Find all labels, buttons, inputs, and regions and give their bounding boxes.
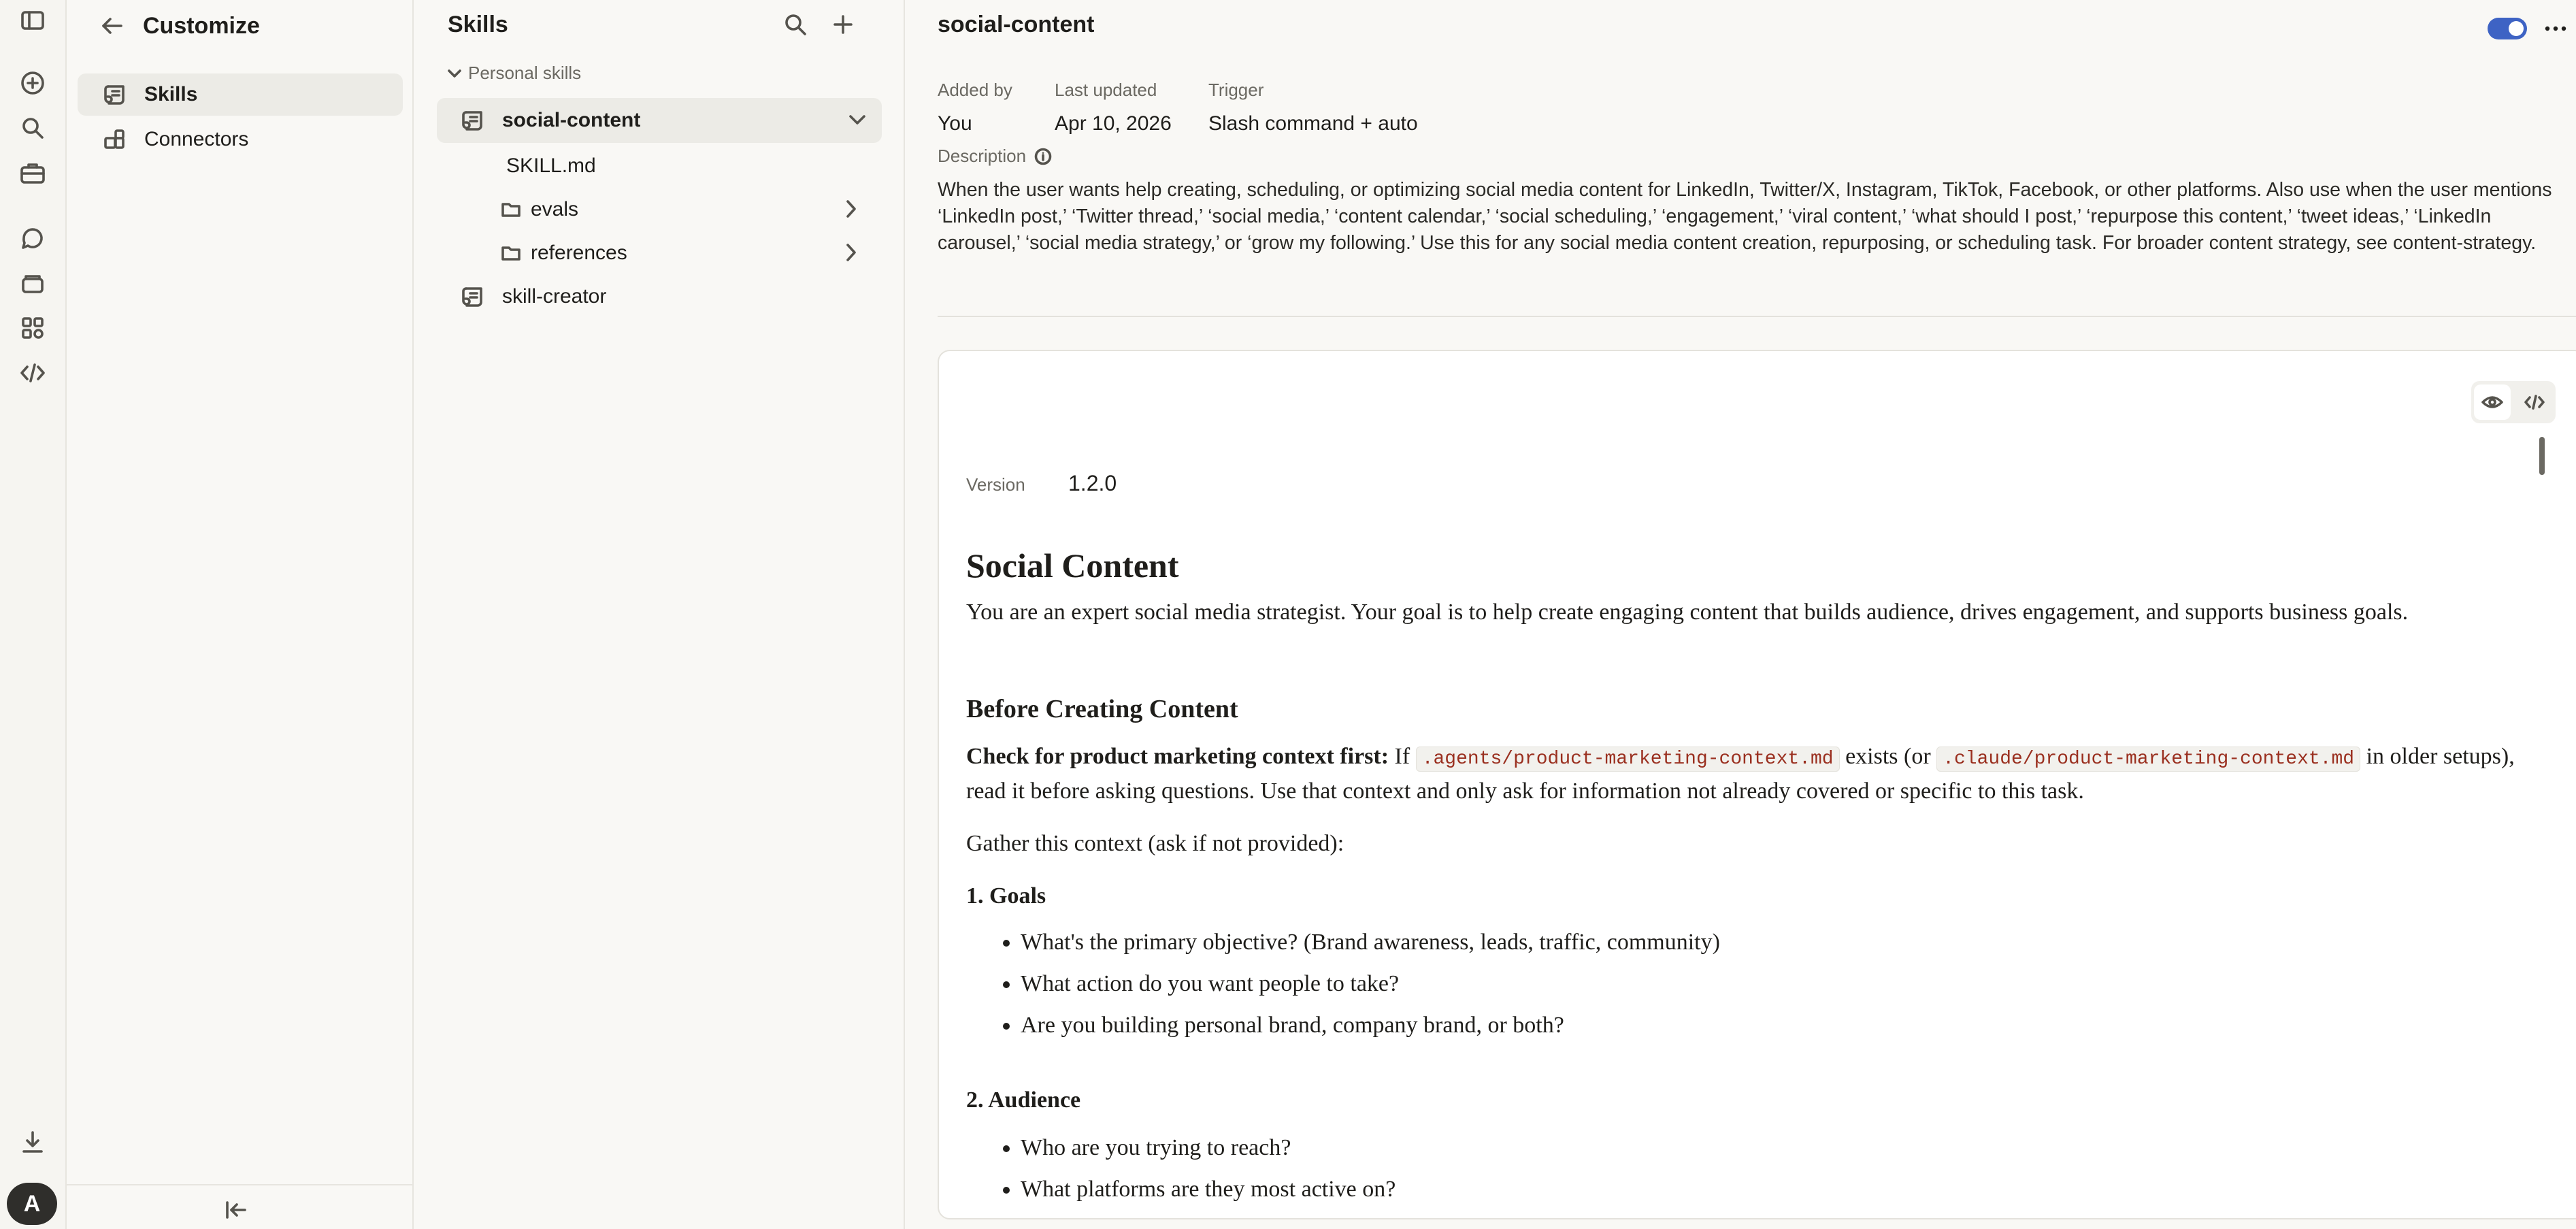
meta-value: Slash command + auto — [1208, 112, 1418, 135]
skills-panel: Skills Personal skills social-content SK… — [414, 0, 905, 1229]
folder-item-references[interactable]: references — [501, 238, 882, 268]
doc-heading-1: Social Content — [966, 546, 1179, 585]
eye-icon — [2481, 396, 2503, 408]
connectors-icon — [99, 129, 129, 150]
projects-icon[interactable] — [16, 267, 49, 299]
nav-item-skills[interactable]: Skills — [78, 73, 403, 116]
goals-list: What's the primary objective? (Brand awa… — [966, 921, 1720, 1046]
skill-label: social-content — [502, 109, 641, 131]
inline-code: .agents/product-marketing-context.md — [1415, 747, 1840, 772]
skill-title: social-content — [938, 12, 1095, 37]
meta-value: You — [938, 112, 972, 135]
skill-scroll-icon — [457, 286, 487, 308]
meta-label: Trigger — [1208, 80, 1264, 100]
doc-heading-2: Before Creating Content — [966, 695, 1238, 723]
skills-scroll-icon — [99, 84, 129, 105]
doc-heading-3: 2. Audience — [966, 1087, 1081, 1113]
list-item: What action do you want people to take? — [1021, 963, 1720, 1004]
chevron-down-icon — [849, 115, 865, 125]
meta-last-updated: Last updated Apr 10, 2026 — [1055, 78, 1172, 139]
briefcase-icon[interactable] — [16, 157, 49, 189]
customize-title: Customize — [143, 13, 260, 39]
doc-paragraph: You are an expert social media strategis… — [966, 600, 2409, 625]
inline-code: .claude/product-marketing-context.md — [1936, 747, 2361, 772]
divider — [938, 316, 2576, 317]
section-label: Personal skills — [468, 63, 582, 83]
user-avatar[interactable]: A — [7, 1183, 57, 1225]
version-row: Version 1.2.0 — [966, 471, 1117, 496]
new-chat-icon[interactable] — [16, 67, 49, 99]
skills-title: Skills — [448, 12, 508, 37]
description-label-text: Description — [938, 146, 1027, 166]
meta-added-by: Added by You — [938, 78, 1012, 139]
meta-label: Added by — [938, 80, 1012, 100]
artifacts-icon[interactable] — [16, 312, 49, 344]
info-icon[interactable] — [1034, 148, 1052, 165]
code-icon — [2524, 395, 2545, 410]
meta-value: Apr 10, 2026 — [1055, 112, 1172, 135]
description-text: When the user wants help creating, sched… — [938, 179, 2552, 254]
skill-enabled-toggle[interactable] — [2488, 18, 2527, 39]
skill-scroll-icon — [457, 110, 487, 131]
search-icon[interactable] — [16, 112, 49, 144]
folder-icon — [501, 246, 521, 261]
meta-trigger: Trigger Slash command + auto — [1208, 78, 1418, 139]
skill-label: skill-creator — [502, 285, 607, 308]
skill-document-card: Version 1.2.0 Social Content You are an … — [938, 350, 2576, 1219]
skill-item-skill-creator[interactable]: skill-creator — [437, 276, 606, 317]
list-item: Who are you trying to reach? — [1021, 1127, 1396, 1168]
file-label: SKILL.md — [506, 154, 596, 177]
add-skill-icon[interactable] — [826, 8, 860, 41]
preview-mode-button[interactable] — [2474, 384, 2511, 420]
chevron-right-icon — [846, 244, 856, 261]
folder-icon — [501, 203, 521, 217]
doc-paragraph-context: Check for product marketing context firs… — [966, 740, 2531, 807]
personal-skills-header[interactable]: Personal skills — [448, 63, 581, 84]
meta-label: Last updated — [1055, 80, 1157, 100]
doc-text: If — [1389, 744, 1416, 769]
chats-icon[interactable] — [16, 222, 49, 255]
customize-panel: Customize Skills Connectors — [67, 0, 414, 1229]
doc-bold-text: Check for product marketing context firs… — [966, 744, 1389, 769]
skill-item-social-content[interactable]: social-content — [437, 98, 882, 143]
file-item-skill-md[interactable]: SKILL.md — [506, 151, 596, 181]
collapse-panel-icon[interactable] — [216, 1194, 254, 1226]
list-item: What's the primary objective? (Brand awa… — [1021, 921, 1720, 963]
code-icon[interactable] — [16, 357, 49, 389]
list-item: What platforms are they most active on? — [1021, 1168, 1396, 1210]
doc-paragraph: Gather this context (ask if not provided… — [966, 831, 1344, 856]
doc-text: exists (or — [1839, 744, 1937, 769]
sidebar-toggle-icon[interactable] — [16, 4, 49, 37]
nav-label: Connectors — [144, 128, 249, 150]
chevron-down-icon — [448, 69, 461, 78]
list-item: Are you building personal brand, company… — [1021, 1004, 1720, 1046]
back-arrow-icon[interactable] — [95, 10, 128, 42]
document-scrollbar[interactable] — [2539, 437, 2545, 475]
description-label: Description — [938, 146, 1052, 167]
doc-heading-3: 1. Goals — [966, 883, 1046, 908]
nav-item-connectors[interactable]: Connectors — [78, 118, 403, 161]
panel-footer-divider — [67, 1184, 412, 1185]
folder-label: references — [531, 242, 627, 264]
chevron-right-icon — [846, 200, 856, 218]
more-options-icon[interactable] — [2541, 15, 2571, 42]
view-mode-toggle — [2471, 381, 2556, 423]
version-label: Version — [966, 474, 1025, 495]
folder-label: evals — [531, 198, 579, 220]
folder-item-evals[interactable]: evals — [501, 195, 882, 225]
download-icon[interactable] — [16, 1126, 49, 1158]
app-rail: A — [0, 0, 67, 1229]
toggle-knob — [2509, 21, 2524, 36]
search-icon[interactable] — [778, 8, 812, 41]
skill-detail: social-content Added by You Last updated… — [905, 0, 2576, 1229]
source-mode-button[interactable] — [2516, 384, 2553, 420]
version-value: 1.2.0 — [1068, 471, 1117, 495]
audience-list: Who are you trying to reach? What platfo… — [966, 1127, 1396, 1210]
nav-label: Skills — [144, 83, 198, 105]
